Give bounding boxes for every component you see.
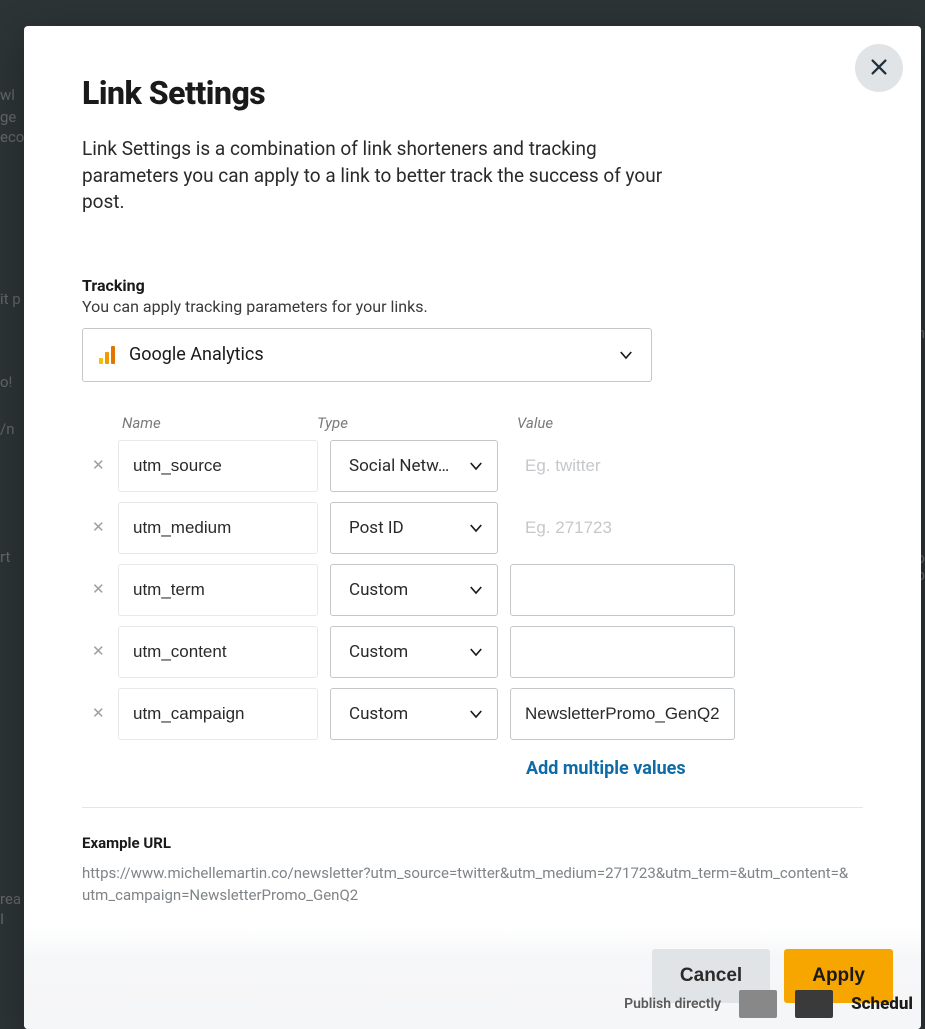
col-header-type: Type — [317, 414, 517, 432]
link-settings-modal: Link Settings Link Settings is a combina… — [24, 26, 921, 1029]
chevron-down-icon — [467, 643, 485, 661]
param-type-label: Custom — [349, 642, 467, 662]
param-row: ✕ Custom — [92, 688, 863, 740]
chevron-down-icon — [467, 457, 485, 475]
remove-row-button[interactable]: ✕ — [92, 644, 106, 659]
param-name-input[interactable] — [118, 626, 318, 678]
schedule-label: Schedul — [851, 994, 913, 1014]
divider — [82, 807, 863, 808]
tracking-provider-label: Google Analytics — [129, 344, 603, 365]
modal-title: Link Settings — [82, 74, 863, 112]
tracking-provider-select[interactable]: Google Analytics — [82, 328, 652, 382]
param-row: ✕ Post ID — [92, 502, 863, 554]
col-header-value: Value — [517, 414, 553, 432]
col-header-name: Name — [122, 414, 317, 432]
modal-description: Link Settings is a combination of link s… — [82, 136, 682, 216]
param-type-select[interactable]: Social Netw… — [330, 440, 498, 492]
background-thumb — [795, 990, 833, 1018]
param-type-select[interactable]: Custom — [330, 564, 498, 616]
remove-row-button[interactable]: ✕ — [92, 520, 106, 535]
param-name-input[interactable] — [118, 502, 318, 554]
param-name-input[interactable] — [118, 564, 318, 616]
background-thumb — [739, 990, 777, 1018]
param-value-input[interactable] — [510, 502, 735, 554]
param-value-input[interactable] — [510, 688, 735, 740]
param-value-input[interactable] — [510, 564, 735, 616]
remove-row-button[interactable]: ✕ — [92, 582, 106, 597]
chevron-down-icon — [617, 346, 635, 364]
google-analytics-icon — [99, 346, 115, 364]
example-url-label: Example URL — [82, 834, 863, 852]
chevron-down-icon — [467, 519, 485, 537]
param-value-input[interactable] — [510, 440, 735, 492]
remove-row-button[interactable]: ✕ — [92, 458, 106, 473]
publish-directly-label: Publish directly — [624, 996, 721, 1012]
param-column-headers: Name Type Value — [92, 414, 863, 432]
remove-row-button[interactable]: ✕ — [92, 706, 106, 721]
param-row: ✕ Social Netw… — [92, 440, 863, 492]
tracking-sublabel: You can apply tracking parameters for yo… — [82, 297, 863, 316]
example-url-value: https://www.michellemartin.co/newsletter… — [82, 862, 852, 907]
background-action-bar: Publish directly Schedul — [0, 990, 925, 1018]
add-multiple-values-link[interactable]: Add multiple values — [526, 758, 686, 779]
tracking-label: Tracking — [82, 276, 863, 295]
param-value-input[interactable] — [510, 626, 735, 678]
param-name-input[interactable] — [118, 688, 318, 740]
param-type-select[interactable]: Post ID — [330, 502, 498, 554]
param-type-label: Post ID — [349, 518, 467, 538]
param-name-input[interactable] — [118, 440, 318, 492]
param-type-select[interactable]: Custom — [330, 626, 498, 678]
param-type-label: Custom — [349, 580, 467, 600]
param-type-label: Custom — [349, 704, 467, 724]
param-row: ✕ Custom — [92, 564, 863, 616]
param-type-select[interactable]: Custom — [330, 688, 498, 740]
param-type-label: Social Netw… — [349, 456, 467, 476]
param-row: ✕ Custom — [92, 626, 863, 678]
chevron-down-icon — [467, 705, 485, 723]
chevron-down-icon — [467, 581, 485, 599]
